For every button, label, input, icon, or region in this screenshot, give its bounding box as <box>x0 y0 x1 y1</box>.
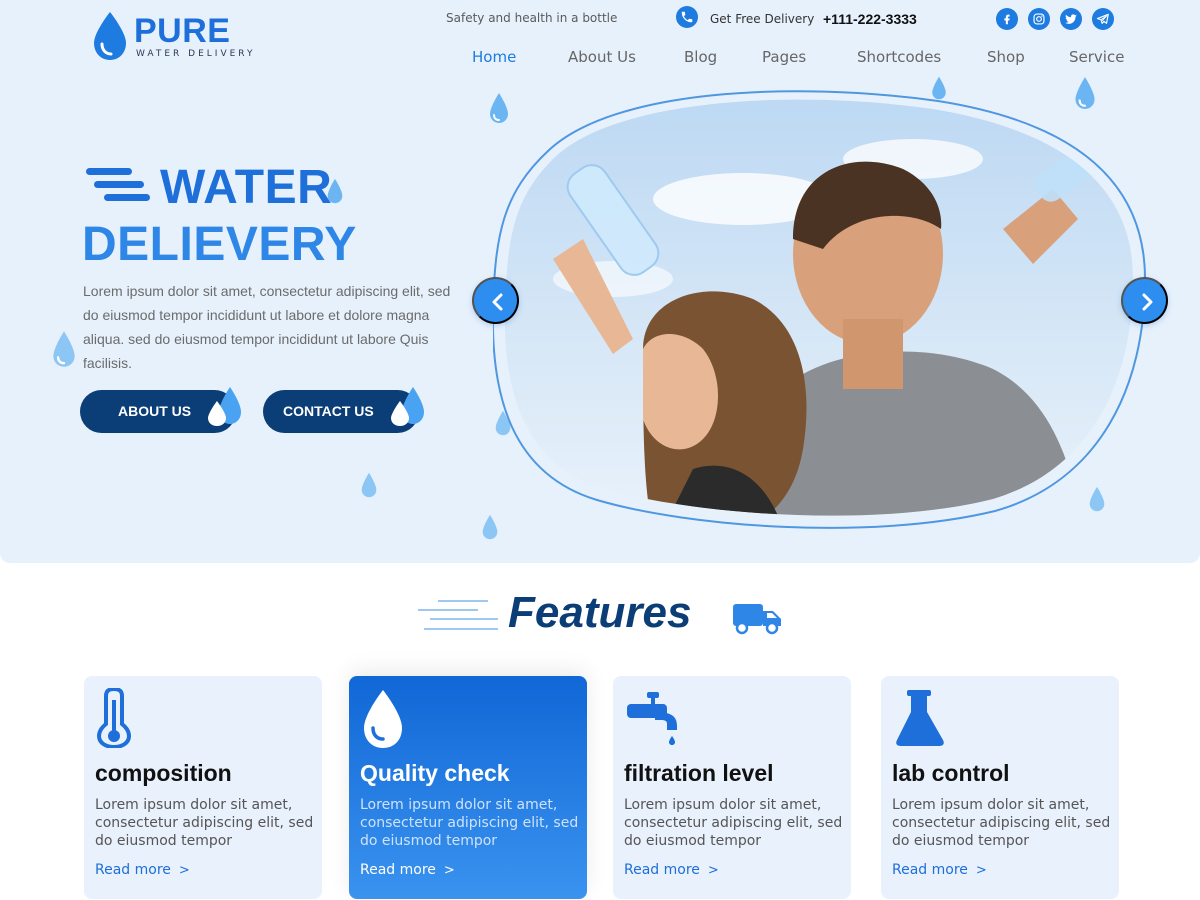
social-links <box>996 8 1114 30</box>
contact-us-button-label: CONTACT US <box>283 403 374 419</box>
features-heading: Features <box>418 588 788 644</box>
features-title: Features <box>508 588 692 637</box>
read-more-link[interactable]: Read more > <box>360 862 455 878</box>
free-delivery-label: Get Free Delivery <box>710 12 815 26</box>
chevron-right-icon: > <box>178 863 190 878</box>
thermometer-icon <box>96 688 132 748</box>
nav-item-service[interactable]: Service <box>1069 48 1124 66</box>
hero-photo <box>493 89 1149 529</box>
tagline: Safety and health in a bottle <box>446 11 618 25</box>
card-text: Lorem ipsum dolor sit amet, consectetur … <box>892 797 1111 849</box>
slider-next-button[interactable] <box>1121 277 1168 324</box>
chevron-right-icon <box>1142 293 1153 311</box>
read-more-link[interactable]: Read more > <box>95 862 190 878</box>
read-more-link[interactable]: Read more > <box>892 862 987 878</box>
delivery-truck-icon <box>733 604 781 635</box>
hero-title-line-2: DELIEVERY <box>82 218 357 271</box>
chevron-right-icon: > <box>443 863 455 878</box>
nav-item-shortcodes[interactable]: Shortcodes <box>857 48 941 66</box>
water-tap-icon <box>627 692 677 745</box>
read-more-label: Read more <box>360 862 436 878</box>
main-nav: Home About Us Blog Pages Shortcodes Shop… <box>472 48 1132 68</box>
hero-description: Lorem ipsum dolor sit amet, consectetur … <box>83 283 451 371</box>
hero-section: PURE WATER DELIVERY Safety and health in… <box>0 0 1200 563</box>
chevron-left-icon <box>492 293 503 311</box>
speed-lines-icon <box>418 600 498 630</box>
card-title: composition <box>95 760 232 786</box>
flask-icon <box>896 690 944 746</box>
read-more-label: Read more <box>95 862 171 878</box>
chevron-right-icon: > <box>975 863 987 878</box>
nav-item-shop[interactable]: Shop <box>987 48 1025 66</box>
card-text: Lorem ipsum dolor sit amet, consectetur … <box>624 797 843 849</box>
water-drop-icon <box>391 387 424 426</box>
read-more-label: Read more <box>624 862 700 878</box>
slider-prev-button[interactable] <box>472 277 519 324</box>
hero-title-line-1: WATER <box>160 161 333 214</box>
facebook-icon[interactable] <box>996 8 1018 30</box>
feature-card-filtration-level: filtration level Lorem ipsum dolor sit a… <box>613 676 851 899</box>
feature-card-quality-check: Quality check Lorem ipsum dolor sit amet… <box>349 676 587 899</box>
feature-card-composition: composition Lorem ipsum dolor sit amet, … <box>84 676 322 899</box>
nav-item-home[interactable]: Home <box>472 48 516 66</box>
read-more-link[interactable]: Read more > <box>624 862 719 878</box>
water-drop-icon <box>53 331 75 367</box>
about-us-button-label: ABOUT US <box>118 403 192 419</box>
phone-icon <box>676 6 698 28</box>
logo-subtitle: WATER DELIVERY <box>136 49 256 59</box>
telegram-icon[interactable] <box>1092 8 1114 30</box>
phone-number[interactable]: +111-222-3333 <box>823 11 917 27</box>
contact-us-button[interactable]: CONTACT US <box>263 387 424 433</box>
read-more-label: Read more <box>892 862 968 878</box>
speed-lines-icon <box>86 168 150 201</box>
instagram-icon[interactable] <box>1028 8 1050 30</box>
feature-card-lab-control: lab control Lorem ipsum dolor sit amet, … <box>881 676 1119 899</box>
nav-item-pages[interactable]: Pages <box>762 48 806 66</box>
water-drop-icon <box>364 690 402 748</box>
logo-drop-icon <box>94 12 126 60</box>
water-drop-icon <box>208 387 241 426</box>
nav-item-blog[interactable]: Blog <box>684 48 717 66</box>
about-us-button[interactable]: ABOUT US <box>80 387 241 433</box>
card-text: Lorem ipsum dolor sit amet, consectetur … <box>95 797 314 849</box>
card-text: Lorem ipsum dolor sit amet, consectetur … <box>360 797 579 849</box>
site-logo[interactable]: PURE WATER DELIVERY <box>90 8 270 62</box>
water-drop-icon <box>361 472 377 498</box>
card-title: Quality check <box>360 760 510 786</box>
card-title: lab control <box>892 760 1010 786</box>
chevron-right-icon: > <box>707 863 719 878</box>
nav-item-about-us[interactable]: About Us <box>568 48 636 66</box>
twitter-icon[interactable] <box>1060 8 1082 30</box>
logo-name: PURE <box>134 12 231 50</box>
card-title: filtration level <box>624 760 774 786</box>
